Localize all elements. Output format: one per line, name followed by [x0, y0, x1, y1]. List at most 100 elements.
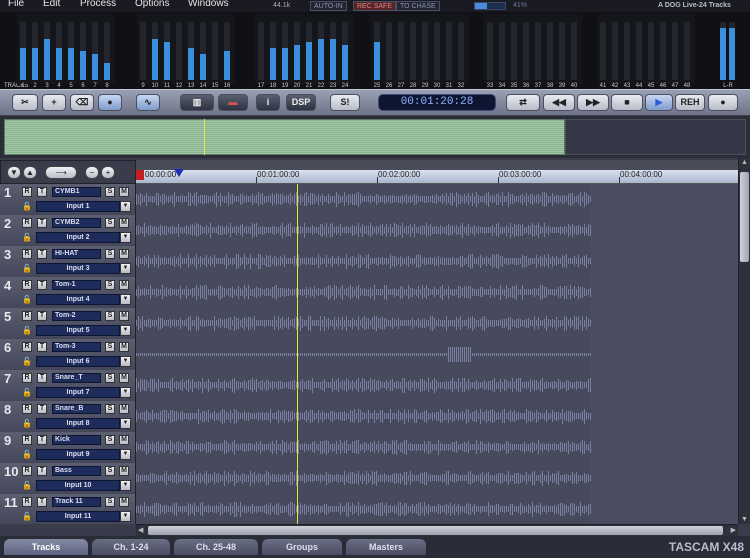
solo-button[interactable]: S — [105, 280, 115, 290]
auto-in-indicator[interactable]: AUTO-IN — [310, 1, 347, 11]
scroll-left-icon[interactable]: ◀ — [138, 526, 143, 534]
track-lane[interactable] — [136, 494, 738, 524]
record-arm-button[interactable]: R — [22, 218, 32, 228]
track-name-field[interactable]: Tom-3 — [52, 342, 101, 352]
lock-icon[interactable]: 🔓 — [22, 295, 32, 304]
track-name-field[interactable]: Tom-1 — [52, 280, 101, 290]
track-lane[interactable] — [136, 246, 738, 277]
chevron-down-icon[interactable]: ▼ — [120, 294, 131, 305]
track-lane[interactable] — [136, 463, 738, 494]
chevron-down-icon[interactable]: ▼ — [120, 387, 131, 398]
chevron-down-icon[interactable]: ▼ — [120, 263, 131, 274]
mute-button[interactable]: M — [119, 435, 129, 445]
record-arm-button[interactable]: R — [22, 187, 32, 197]
audio-region[interactable] — [136, 494, 591, 524]
track-lane[interactable] — [136, 401, 738, 432]
track-lane[interactable] — [136, 432, 738, 463]
track-lane[interactable] — [136, 339, 738, 370]
rehearse-button[interactable]: REH — [675, 94, 705, 111]
audio-region[interactable] — [136, 308, 591, 339]
lock-icon[interactable]: 🔓 — [22, 512, 32, 521]
add-track-button[interactable]: + — [101, 166, 115, 179]
lock-icon[interactable]: 🔓 — [22, 233, 32, 242]
input-monitor-button[interactable]: T — [37, 280, 47, 290]
input-monitor-button[interactable]: T — [37, 497, 47, 507]
track-lane[interactable] — [136, 370, 738, 401]
audio-region[interactable] — [136, 370, 591, 401]
chevron-down-icon[interactable]: ▼ — [120, 232, 131, 243]
solo-button[interactable]: S — [105, 187, 115, 197]
input-select[interactable]: Input 7 — [36, 387, 120, 398]
mute-button[interactable]: M — [119, 249, 129, 259]
input-monitor-button[interactable]: T — [37, 218, 47, 228]
input-select[interactable]: Input 11 — [36, 511, 120, 522]
mute-button[interactable]: M — [119, 373, 129, 383]
track-name-field[interactable]: Snare_B — [52, 404, 101, 414]
playhead-marker-icon[interactable] — [174, 169, 184, 177]
record-view-button[interactable]: ▬ — [218, 94, 248, 111]
vertical-scroll-thumb[interactable] — [740, 172, 749, 262]
record-arm-button[interactable]: R — [22, 249, 32, 259]
input-select[interactable]: Input 9 — [36, 449, 120, 460]
grid-view-button[interactable]: ▥ — [180, 94, 214, 111]
audio-region[interactable] — [136, 277, 591, 308]
lock-icon[interactable]: 🔓 — [22, 388, 32, 397]
chevron-down-icon[interactable]: ▼ — [120, 201, 131, 212]
input-monitor-button[interactable]: T — [37, 435, 47, 445]
mute-button[interactable]: M — [119, 466, 129, 476]
solo-button[interactable]: S — [105, 497, 115, 507]
input-select[interactable]: Input 8 — [36, 418, 120, 429]
stop-button[interactable]: ■ — [611, 94, 643, 111]
collapse-down-button[interactable]: ▼ — [7, 166, 21, 179]
automation-button[interactable]: ∿ — [136, 94, 160, 111]
audio-region[interactable] — [136, 246, 591, 277]
scroll-up-icon[interactable]: ▲ — [741, 159, 748, 166]
mute-button[interactable]: M — [119, 311, 129, 321]
track-name-field[interactable]: Bass — [52, 466, 101, 476]
menu-file[interactable]: File — [8, 0, 24, 9]
input-monitor-button[interactable]: T — [37, 311, 47, 321]
record-arm-button[interactable]: R — [22, 435, 32, 445]
input-select[interactable]: Input 10 — [36, 480, 120, 491]
tab-ch-25-48[interactable]: Ch. 25-48 — [174, 539, 258, 555]
record-arm-button[interactable]: R — [22, 466, 32, 476]
lock-icon[interactable]: 🔓 — [22, 481, 32, 490]
track-name-field[interactable]: CYMB2 — [52, 218, 101, 228]
input-monitor-button[interactable]: T — [37, 404, 47, 414]
input-select[interactable]: Input 2 — [36, 232, 120, 243]
track-name-field[interactable]: Track 11 — [52, 497, 101, 507]
timeline-ruler[interactable]: 00:00:00 00:01:00:00 00:02:00:00 00:03:0… — [136, 170, 738, 184]
record-arm-button[interactable]: R — [22, 404, 32, 414]
mute-button[interactable]: M — [119, 404, 129, 414]
input-select[interactable]: Input 1 — [36, 201, 120, 212]
solo-button[interactable]: S — [105, 373, 115, 383]
mute-button[interactable]: M — [119, 280, 129, 290]
chevron-down-icon[interactable]: ▼ — [120, 449, 131, 460]
audio-region[interactable] — [136, 215, 591, 246]
scroll-down-icon[interactable]: ▼ — [741, 516, 748, 523]
lock-icon[interactable]: 🔓 — [22, 450, 32, 459]
audio-region[interactable] — [136, 339, 591, 370]
arrow-button[interactable]: ⟶ — [45, 166, 77, 179]
cut-tool-button[interactable]: ✂ — [12, 94, 38, 111]
input-monitor-button[interactable]: T — [37, 466, 47, 476]
track-name-field[interactable]: Kick — [52, 435, 101, 445]
overview-strip[interactable] — [0, 116, 750, 158]
collapse-up-button[interactable]: ▲ — [23, 166, 37, 179]
audio-region[interactable] — [136, 401, 591, 432]
input-select[interactable]: Input 6 — [36, 356, 120, 367]
tab-ch-1-24[interactable]: Ch. 1-24 — [92, 539, 170, 555]
solo-button[interactable]: S — [105, 311, 115, 321]
track-lane[interactable] — [136, 184, 738, 215]
track-name-field[interactable]: HI-HAT — [52, 249, 101, 259]
add-button[interactable]: + — [42, 94, 66, 111]
menu-process[interactable]: Process — [80, 0, 116, 9]
track-lane[interactable] — [136, 215, 738, 246]
vertical-scrollbar[interactable]: ▲ ▼ — [738, 158, 750, 524]
input-monitor-button[interactable]: T — [37, 249, 47, 259]
menu-windows[interactable]: Windows — [188, 0, 229, 9]
tab-tracks[interactable]: Tracks — [4, 539, 88, 555]
record-arm-button[interactable]: R — [22, 373, 32, 383]
tab-masters[interactable]: Masters — [346, 539, 426, 555]
dsp-button[interactable]: DSP — [286, 94, 316, 111]
